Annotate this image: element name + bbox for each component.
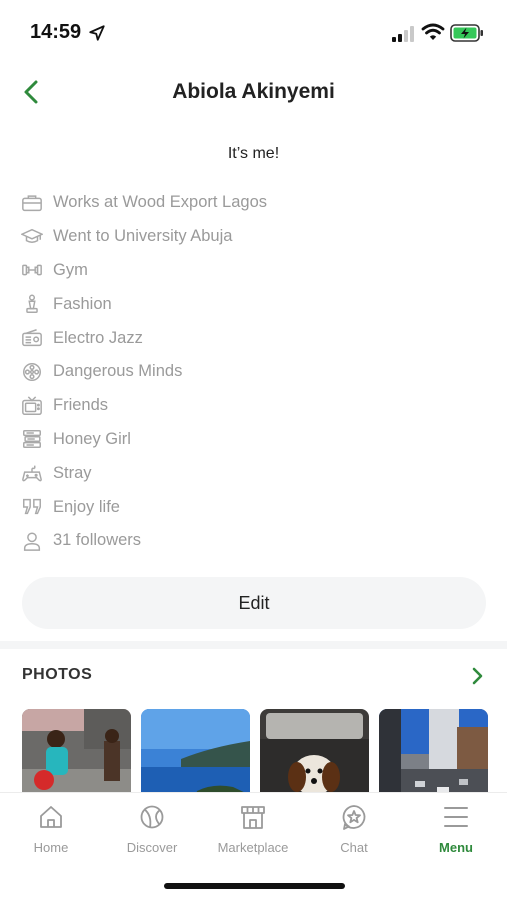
detail-sport: Gym: [20, 254, 487, 288]
wifi-icon: [421, 23, 445, 40]
detail-text: Went to University Abuja: [53, 227, 233, 246]
section-divider: [0, 641, 507, 649]
detail-text: Friends: [53, 396, 109, 415]
detail-followers[interactable]: 31 followers: [20, 524, 487, 558]
graduation-cap-icon: [20, 225, 44, 249]
photos-title: PHOTOS: [22, 666, 93, 683]
tab-label: Chat: [340, 840, 368, 855]
profile-details-list: Works at Wood Export Lagos Went to Unive…: [20, 186, 487, 558]
detail-text: Works at Wood Export Lagos: [53, 193, 267, 212]
photo-thumbnail-dog[interactable]: [260, 709, 369, 792]
chat-star-icon: [342, 805, 366, 830]
tv-icon: [20, 394, 44, 418]
detail-text: Electro Jazz: [53, 328, 143, 347]
tab-chat[interactable]: Chat: [304, 803, 404, 863]
film-reel-icon: [20, 360, 44, 384]
status-time: 14:59: [30, 21, 82, 43]
tab-label: Home: [33, 840, 69, 855]
detail-movie: Dangerous Minds: [20, 355, 487, 389]
detail-education: Went to University Abuja: [20, 220, 487, 254]
location-arrow-icon: [89, 25, 105, 41]
quote-icon: [20, 495, 44, 519]
tab-label: Menu: [439, 840, 473, 855]
tab-label: Discover: [126, 840, 178, 855]
home-icon: [40, 806, 62, 828]
tab-home[interactable]: Home: [1, 803, 101, 863]
books-icon: [20, 427, 44, 451]
page-title: Abiola Akinyemi: [172, 80, 335, 103]
status-bar: 14:59: [0, 0, 507, 64]
tab-label: Marketplace: [217, 840, 289, 855]
menu-icon: [444, 807, 468, 827]
battery-charging-icon: [450, 24, 483, 42]
detail-music: Electro Jazz: [20, 321, 487, 355]
store-icon: [241, 806, 265, 829]
gamepad-icon: [20, 461, 44, 485]
photo-thumbnail-city[interactable]: [379, 709, 488, 792]
chess-piece-icon: [20, 292, 44, 316]
detail-text: Fashion: [53, 294, 112, 313]
detail-text: Gym: [53, 260, 88, 279]
detail-book: Honey Girl: [20, 423, 487, 457]
chevron-right-icon[interactable]: [466, 665, 488, 687]
tab-menu[interactable]: Menu: [406, 803, 506, 863]
dumbbell-icon: [20, 258, 44, 282]
tab-marketplace[interactable]: Marketplace: [203, 803, 303, 863]
briefcase-icon: [20, 191, 44, 215]
profile-bio: It’s me!: [227, 145, 280, 162]
photo-thumbnail-sea[interactable]: [141, 709, 250, 792]
detail-text: Dangerous Minds: [53, 362, 183, 381]
person-icon: [20, 529, 44, 553]
photos-strip: [22, 709, 488, 792]
navigation-bar: Abiola Akinyemi: [0, 70, 507, 114]
radio-icon: [20, 326, 44, 350]
detail-work: Works at Wood Export Lagos: [20, 186, 487, 220]
detail-text: Enjoy life: [53, 497, 120, 516]
detail-game: Stray: [20, 456, 487, 490]
tab-discover[interactable]: Discover: [102, 803, 202, 863]
detail-text: Stray: [53, 463, 92, 482]
ball-icon: [140, 805, 164, 829]
photos-header[interactable]: PHOTOS: [22, 666, 492, 688]
home-indicator[interactable]: [164, 883, 345, 889]
detail-quote: Enjoy life: [20, 490, 487, 524]
cell-signal-icon: [392, 26, 414, 42]
photo-thumbnail-kids[interactable]: [22, 709, 131, 792]
detail-tv-show: Friends: [20, 389, 487, 423]
detail-interest: Fashion: [20, 287, 487, 321]
detail-text: 31 followers: [53, 531, 142, 550]
edit-profile-button[interactable]: Edit: [22, 577, 486, 629]
detail-text: Honey Girl: [53, 429, 131, 448]
